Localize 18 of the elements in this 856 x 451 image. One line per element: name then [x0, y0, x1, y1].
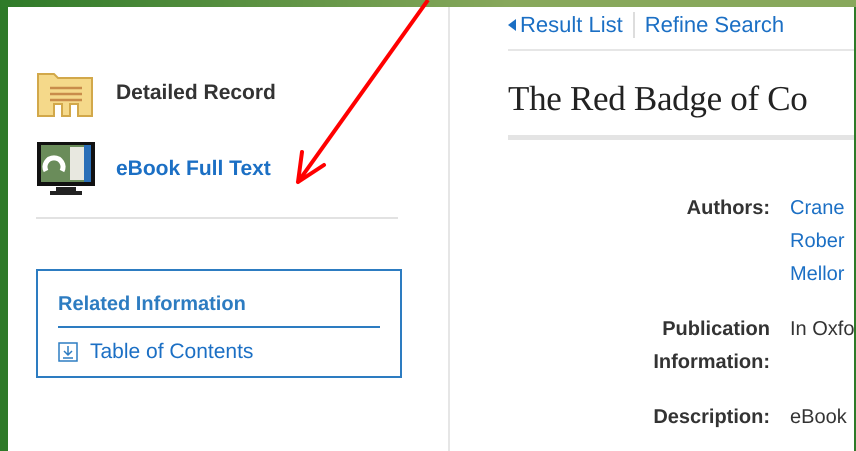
author-link[interactable]: Rober	[790, 225, 854, 258]
field-value: In Oxfo	[790, 317, 854, 342]
related-link[interactable]: Table of Contents	[90, 340, 254, 364]
back-link[interactable]: Result List	[508, 12, 633, 38]
author-link[interactable]: Crane	[790, 192, 854, 225]
author-link[interactable]: Mellor	[790, 258, 854, 291]
caret-icon	[508, 19, 516, 31]
field-value: eBook	[790, 405, 848, 430]
field-label: Authors:	[686, 196, 770, 221]
download-icon	[58, 342, 78, 362]
field-label: Publication Information:	[652, 317, 770, 375]
format-label: Detailed Record	[116, 81, 276, 105]
ebook-link[interactable]: eBook Full Text	[116, 157, 271, 181]
field-label: Description:	[653, 405, 770, 430]
panel-title: Related Information	[58, 293, 380, 328]
record-title: The Red Badge of Co	[508, 51, 854, 140]
nav-link[interactable]: Refine Search	[632, 12, 794, 38]
ebook-monitor-icon	[36, 141, 96, 197]
